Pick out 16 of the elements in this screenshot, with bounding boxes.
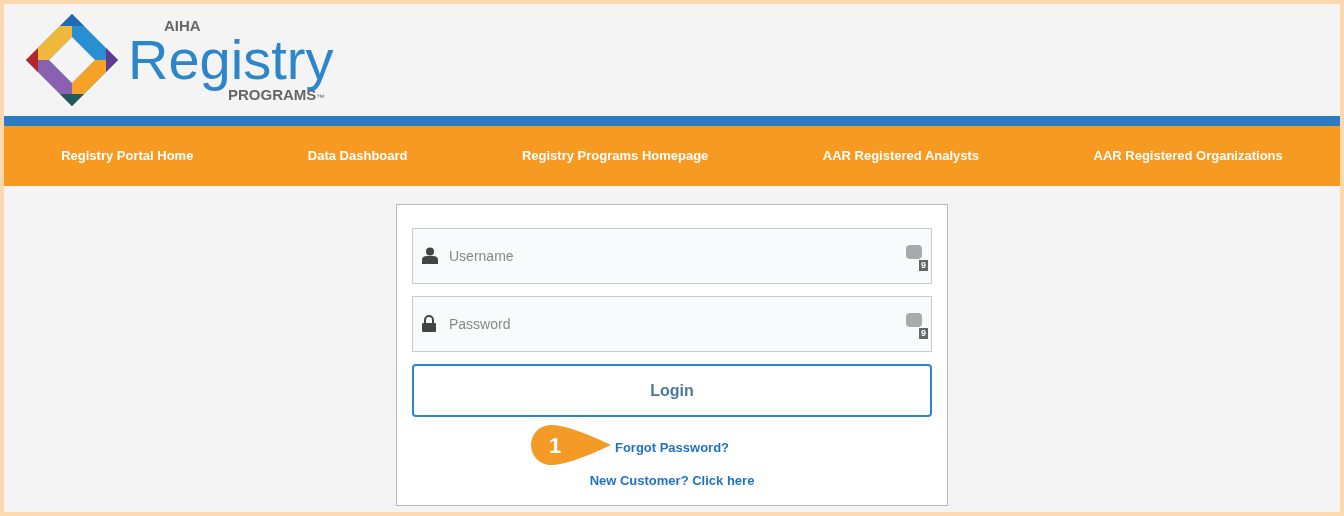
nav-link[interactable]: AAR Registered Organizations (1093, 146, 1283, 166)
user-icon (422, 247, 438, 264)
lock-icon (422, 315, 436, 332)
forgot-password-link[interactable]: Forgot Password? (614, 440, 730, 455)
logo-subtitle: AIHA (163, 18, 202, 34)
new-customer-link[interactable]: New Customer? Click here (589, 471, 755, 491)
count-badge: 9 (919, 260, 928, 271)
count-badge: 9 (919, 328, 928, 339)
trademark-mark: ™ (316, 93, 325, 102)
nav-link[interactable]: Registry Programs Homepage (521, 146, 709, 166)
nav-link[interactable]: Data Dashboard (307, 146, 408, 166)
diamond-logo-icon (24, 12, 120, 108)
callout-marker: 1 (528, 423, 611, 467)
nav-link[interactable]: AAR Registered Analysts (822, 146, 980, 166)
login-button[interactable]: Login (412, 364, 932, 417)
nav-link[interactable]: Registry Portal Home (61, 146, 194, 166)
